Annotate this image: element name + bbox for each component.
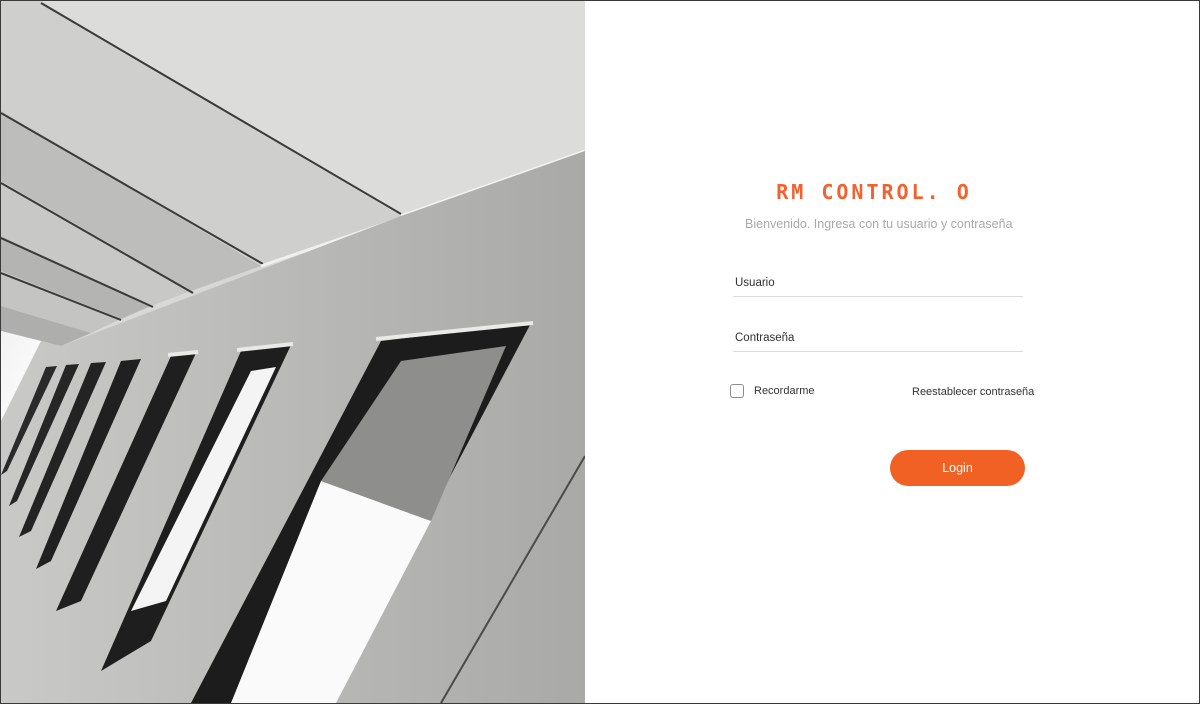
remember-me[interactable]: Recordarme — [730, 384, 815, 398]
reset-password-link[interactable]: Reestablecer contraseña — [912, 386, 1034, 398]
remember-me-label: Recordarme — [754, 385, 815, 397]
brand-logo: RM CONTROL. O — [776, 180, 972, 204]
login-panel: RM CONTROL. O Bienvenido. Ingresa con tu… — [585, 1, 1199, 703]
building-facade-image — [1, 1, 585, 703]
username-field — [733, 271, 1027, 297]
building-facade-illustration — [1, 1, 585, 703]
password-input[interactable] — [733, 326, 1027, 350]
login-page: RM CONTROL. O Bienvenido. Ingresa con tu… — [0, 0, 1200, 704]
login-button[interactable]: Login — [890, 450, 1025, 486]
remember-me-checkbox[interactable] — [730, 384, 744, 398]
password-field — [733, 326, 1027, 352]
welcome-message: Bienvenido. Ingresa con tu usuario y con… — [745, 217, 1013, 231]
username-input[interactable] — [733, 271, 1027, 295]
